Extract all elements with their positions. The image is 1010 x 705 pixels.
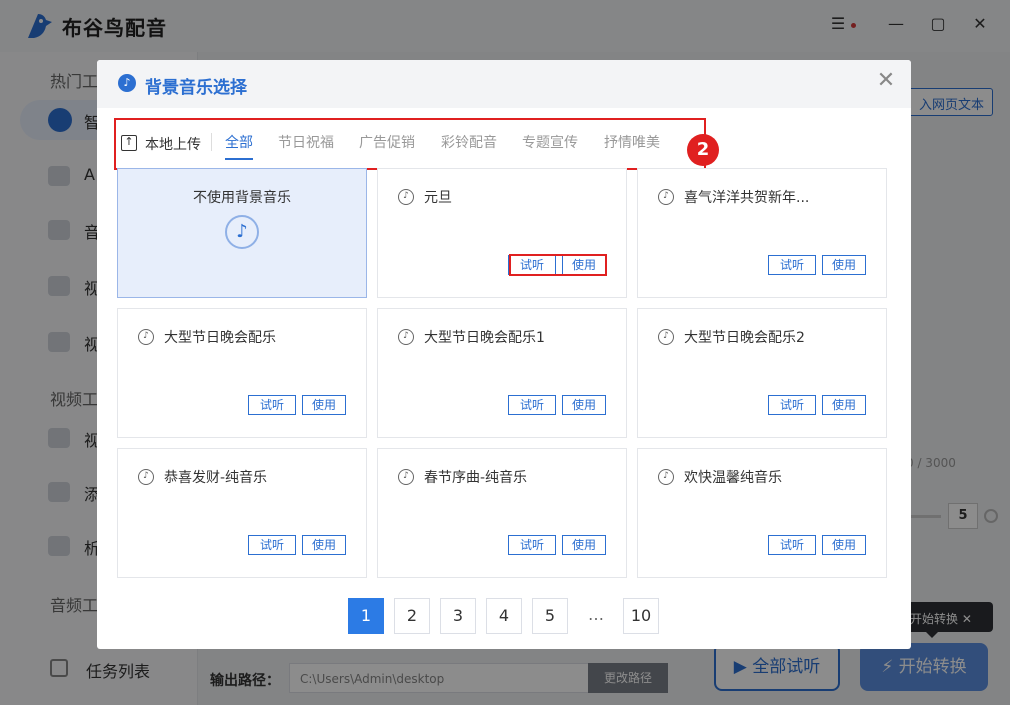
track-title: 大型节日晚会配乐2 [684,330,805,346]
music-card: ♪ 大型节日晚会配乐2 试听 使用 [637,308,887,438]
background-music-dialog: ♪ 背景音乐选择 ✕ ↑ 本地上传 全部 节日祝福 广告促销 彩铃配音 专题宣传… [97,60,911,649]
music-card: ♪ 大型节日晚会配乐1 试听 使用 [377,308,627,438]
music-note-icon: ♪ [398,469,414,485]
local-upload-label: 本地上传 [145,137,201,153]
buttons-highlight-box [509,254,607,276]
use-button[interactable]: 使用 [302,535,346,555]
page-button[interactable]: 4 [486,598,522,634]
page-button[interactable]: 3 [440,598,476,634]
page-ellipsis: … [578,598,614,634]
music-note-icon: ♪ [658,329,674,345]
listen-button[interactable]: 试听 [768,255,816,275]
tab-festival[interactable]: 节日祝福 [278,132,334,160]
listen-button[interactable]: 试听 [768,535,816,555]
listen-button[interactable]: 试听 [248,535,296,555]
use-button[interactable]: 使用 [562,395,606,415]
listen-button[interactable]: 试听 [508,535,556,555]
track-title: 春节序曲-纯音乐 [424,470,528,486]
listen-button[interactable]: 试听 [248,395,296,415]
music-card: ♪ 大型节日晚会配乐 试听 使用 [117,308,367,438]
tab-lyrical[interactable]: 抒情唯美 [604,132,660,160]
listen-button[interactable]: 试听 [768,395,816,415]
listen-button[interactable]: 试听 [508,395,556,415]
tab-all[interactable]: 全部 [225,132,253,160]
track-title: 喜气洋洋共贺新年... [684,190,810,206]
no-music-label: 不使用背景音乐 [193,190,291,206]
category-tabs: ↑ 本地上传 全部 节日祝福 广告促销 彩铃配音 专题宣传 抒情唯美 [114,118,706,170]
music-note-icon: ♪ [398,329,414,345]
page-button[interactable]: 1 [348,598,384,634]
dialog-header: ♪ 背景音乐选择 ✕ [97,60,911,108]
page-button[interactable]: 2 [394,598,430,634]
tab-topic[interactable]: 专题宣传 [522,132,578,160]
track-title: 大型节日晚会配乐 [164,330,276,346]
music-note-icon: ♪ [398,189,414,205]
use-button[interactable]: 使用 [562,535,606,555]
music-card: ♪ 欢快温馨纯音乐 试听 使用 [637,448,887,578]
tab-ringtone[interactable]: 彩铃配音 [441,132,497,160]
dialog-title: 背景音乐选择 [145,78,247,98]
music-card: ♪ 喜气洋洋共贺新年... 试听 使用 [637,168,887,298]
tab-ad[interactable]: 广告促销 [359,132,415,160]
use-button[interactable]: 使用 [822,535,866,555]
page-button[interactable]: 10 [623,598,659,634]
track-title: 欢快温馨纯音乐 [684,470,782,486]
music-note-icon: ♪ [118,74,136,92]
step-badge: 2 [687,134,719,166]
music-card: ♪ 恭喜发财-纯音乐 试听 使用 [117,448,367,578]
track-title: 大型节日晚会配乐1 [424,330,545,346]
no-music-card[interactable]: 不使用背景音乐 ♪ [117,168,367,298]
use-button[interactable]: 使用 [302,395,346,415]
use-button[interactable]: 使用 [822,395,866,415]
page-button[interactable]: 5 [532,598,568,634]
music-card: ♪ 春节序曲-纯音乐 试听 使用 [377,448,627,578]
tab-divider [211,133,212,151]
music-note-icon: ♪ [658,189,674,205]
dialog-close-button[interactable]: ✕ [873,68,899,94]
music-note-icon: ♪ [225,215,259,249]
upload-icon: ↑ [121,135,137,151]
music-note-icon: ♪ [138,329,154,345]
track-title: 元旦 [424,190,452,206]
music-card: ♪ 元旦 试听 使用 [377,168,627,298]
music-note-icon: ♪ [658,469,674,485]
track-title: 恭喜发财-纯音乐 [164,470,268,486]
use-button[interactable]: 使用 [822,255,866,275]
music-note-icon: ♪ [138,469,154,485]
